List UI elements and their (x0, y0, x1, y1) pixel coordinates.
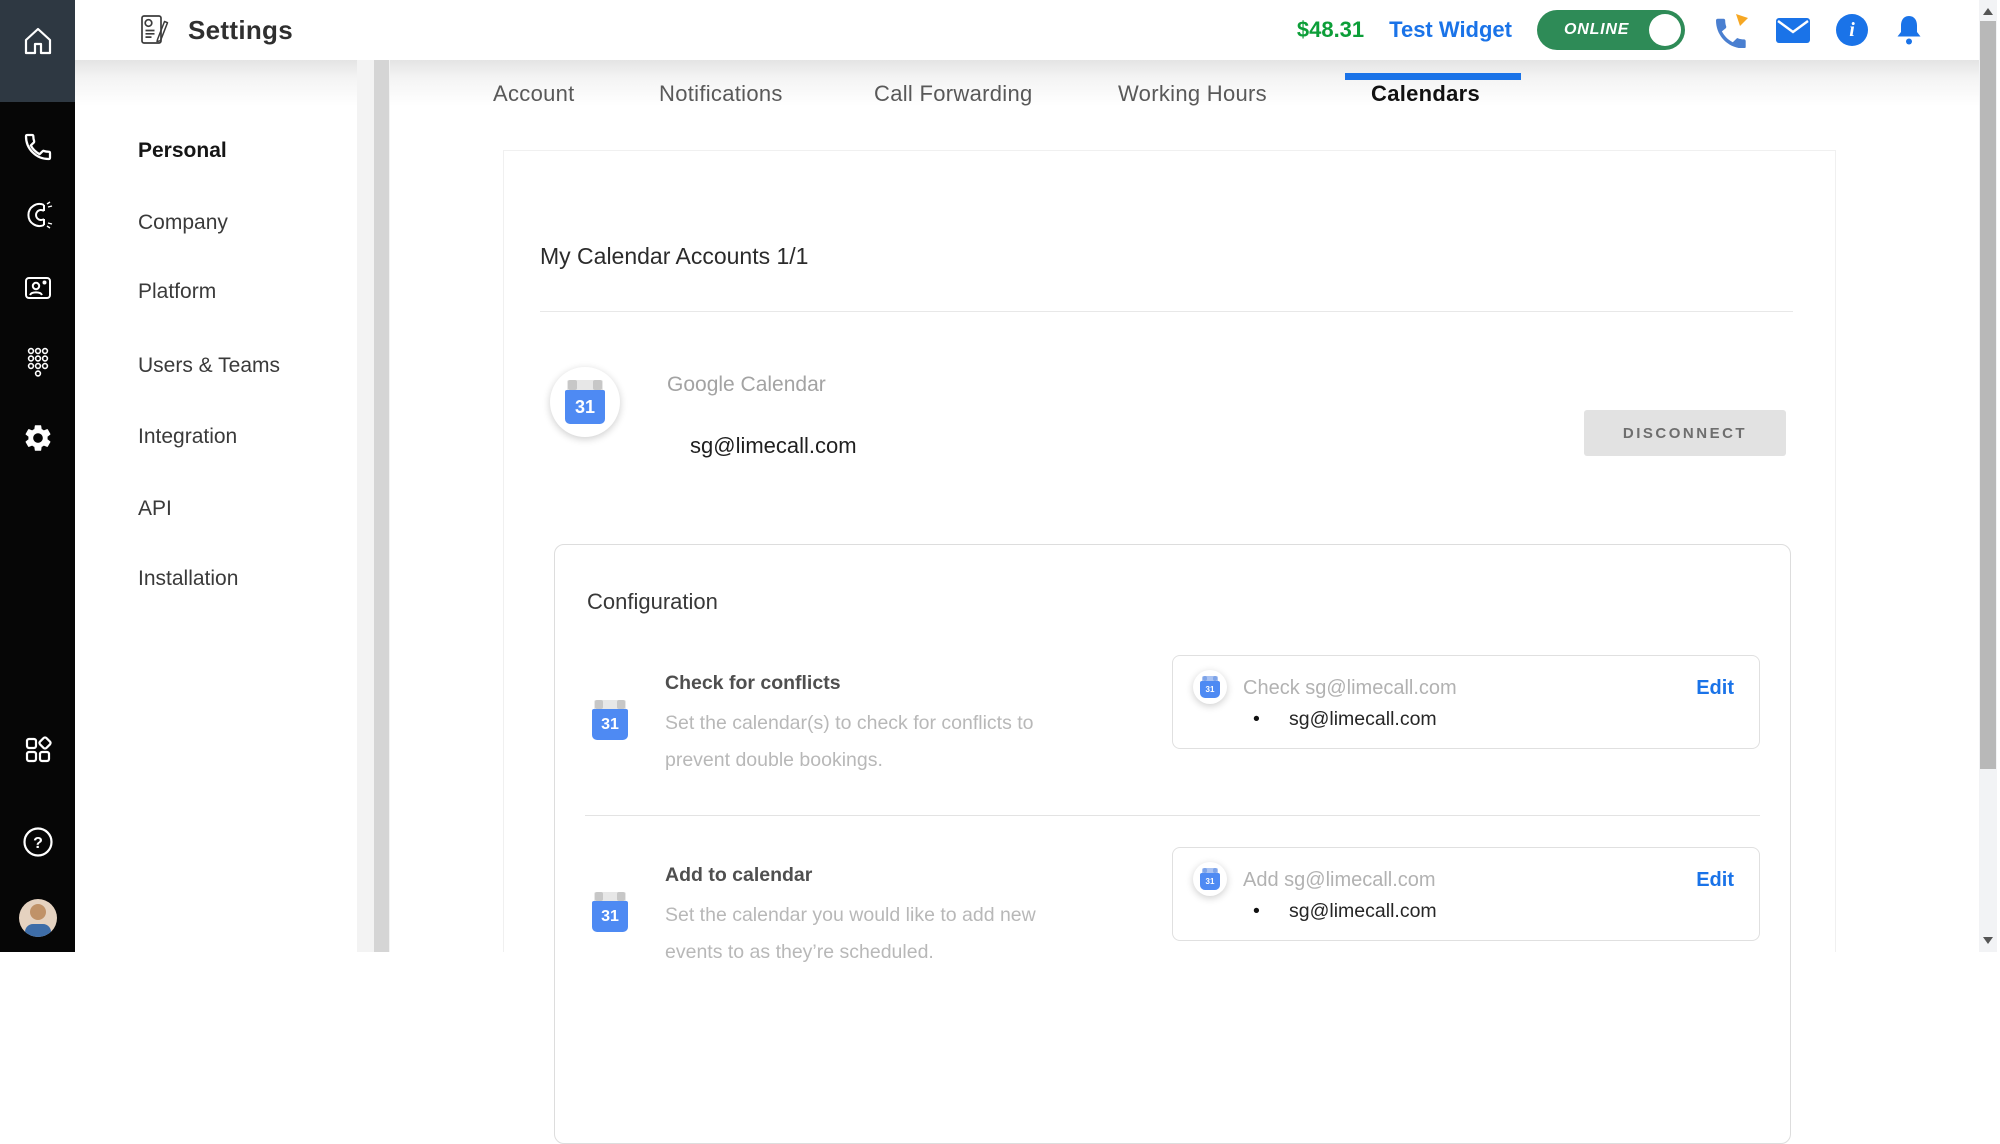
settings-sidebar: Personal Company Platform Users & Teams … (75, 0, 374, 952)
sidebar-item-installation[interactable]: Installation (138, 567, 238, 591)
rail-item-profile[interactable] (0, 898, 75, 938)
edit-link[interactable]: Edit (1696, 869, 1734, 892)
svg-text:?: ? (33, 835, 43, 852)
dialpad-icon (22, 345, 54, 379)
notifications-header-button[interactable] (1893, 13, 1925, 47)
config-row-check-conflicts: 31 Check for conflicts Set the calendar(… (555, 655, 1790, 825)
home-icon (20, 23, 56, 59)
row-title: Add to calendar (665, 864, 812, 887)
info-header-button[interactable]: i (1836, 14, 1868, 46)
rail-item-leads[interactable] (0, 195, 75, 235)
account-balance[interactable]: $48.31 (1297, 17, 1364, 43)
calendar-accounts-card: My Calendar Accounts 1/1 31 Google Calen… (503, 150, 1836, 952)
info-icon: i (1836, 14, 1868, 46)
online-toggle[interactable]: ONLINE (1537, 10, 1685, 50)
row-description: Set the calendar you would like to add n… (665, 897, 1080, 971)
rail-item-calls[interactable] (0, 127, 75, 167)
rail-item-contacts[interactable] (0, 268, 75, 308)
selection-label: Check sg@limecall.com (1243, 677, 1457, 700)
sidebar-item-users-teams[interactable]: Users & Teams (138, 354, 280, 378)
settings-doc-icon (135, 12, 171, 48)
mail-icon (1775, 17, 1811, 44)
bell-icon (1893, 13, 1925, 47)
page-title-group: Settings (135, 12, 293, 48)
calendar-accounts-heading: My Calendar Accounts 1/1 (540, 243, 808, 270)
selected-calendar-item: sg@limecall.com (1253, 900, 1437, 923)
sidebar-item-integration[interactable]: Integration (138, 425, 237, 449)
google-calendar-icon: 31 (565, 380, 605, 424)
provider-label: Google Calendar (667, 373, 826, 397)
row-description: Set the calendar(s) to check for conflic… (665, 705, 1080, 779)
sidebar-scrollbar-thumb[interactable] (374, 60, 389, 952)
google-calendar-icon: 31 (592, 700, 628, 740)
phone-call-icon (1710, 12, 1750, 48)
tab-notifications[interactable]: Notifications (659, 81, 783, 107)
tab-working-hours[interactable]: Working Hours (1118, 81, 1267, 107)
google-calendar-icon: 31 (1200, 868, 1220, 890)
phone-header-button[interactable] (1710, 12, 1750, 48)
configuration-card: Configuration 31 Check for conflicts Set… (554, 544, 1791, 1144)
contact-card-icon (21, 271, 55, 305)
test-widget-link[interactable]: Test Widget (1389, 17, 1512, 43)
tab-account[interactable]: Account (493, 81, 575, 107)
scrollbar-thumb[interactable] (1980, 21, 1996, 769)
rail-item-dialpad[interactable] (0, 342, 75, 382)
selected-calendar-item: sg@limecall.com (1253, 708, 1437, 731)
google-calendar-icon: 31 (592, 892, 628, 932)
user-avatar (19, 899, 57, 937)
mail-header-button[interactable] (1775, 17, 1811, 44)
help-icon: ? (21, 825, 55, 859)
disconnect-button[interactable]: DISCONNECT (1584, 410, 1786, 456)
toggle-knob (1649, 14, 1681, 46)
magnet-icon (21, 198, 55, 232)
calendar-mini-icon-circle: 31 (1193, 862, 1227, 896)
edit-link[interactable]: Edit (1696, 677, 1734, 700)
page-scrollbar[interactable] (1979, 0, 1997, 952)
selection-label: Add sg@limecall.com (1243, 869, 1436, 892)
phone-icon (22, 131, 54, 163)
rail-item-apps[interactable] (0, 730, 75, 770)
conflict-calendars-box: 31 Check sg@limecall.com sg@limecall.com… (1172, 655, 1760, 749)
sidebar-item-personal[interactable]: Personal (138, 139, 227, 163)
scrollbar-down-arrow[interactable] (1983, 937, 1993, 944)
row-title: Check for conflicts (665, 672, 841, 695)
icon-rail: ? (0, 0, 75, 952)
configuration-heading: Configuration (587, 589, 718, 615)
scrollbar-up-arrow[interactable] (1983, 8, 1993, 15)
google-calendar-icon: 31 (1200, 676, 1220, 698)
sidebar-item-company[interactable]: Company (138, 211, 228, 235)
sidebar-scrollbar[interactable] (357, 60, 390, 952)
divider (540, 311, 1793, 312)
account-email: sg@limecall.com (690, 433, 857, 459)
online-toggle-label: ONLINE (1564, 21, 1629, 39)
divider (585, 815, 1760, 816)
gear-icon (22, 422, 54, 454)
active-tab-indicator (1345, 73, 1521, 80)
top-header: Settings $48.31 Test Widget ONLINE (75, 0, 1980, 60)
google-calendar-avatar: 31 (550, 367, 620, 437)
rail-item-home[interactable] (0, 0, 75, 102)
tab-call-forwarding[interactable]: Call Forwarding (874, 81, 1033, 107)
rail-item-help[interactable]: ? (0, 822, 75, 862)
tab-calendars[interactable]: Calendars (1371, 81, 1480, 107)
page-title: Settings (188, 15, 293, 46)
apps-grid-icon (21, 733, 55, 767)
header-actions: $48.31 Test Widget ONLINE i (1297, 10, 1925, 50)
config-row-add-to-calendar: 31 Add to calendar Set the calendar you … (555, 847, 1790, 1017)
rail-item-settings[interactable] (0, 418, 75, 458)
add-calendar-box: 31 Add sg@limecall.com sg@limecall.com E… (1172, 847, 1760, 941)
calendar-mini-icon-circle: 31 (1193, 670, 1227, 704)
sidebar-item-api[interactable]: API (138, 497, 172, 521)
sidebar-item-platform[interactable]: Platform (138, 280, 216, 304)
